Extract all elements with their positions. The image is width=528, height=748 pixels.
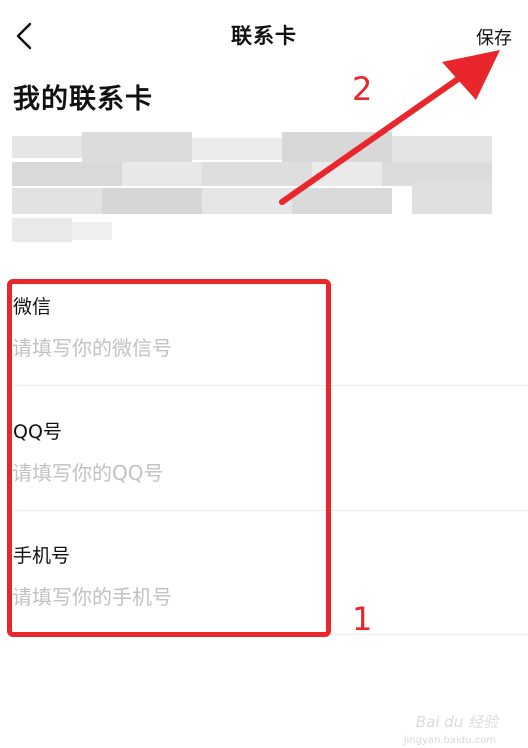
divider	[12, 385, 528, 386]
divider	[12, 510, 528, 511]
qq-label: QQ号	[13, 421, 62, 443]
qq-field: QQ号	[0, 401, 528, 525]
watermark-logo: Bai du 经验	[415, 713, 498, 731]
wechat-label: 微信	[13, 296, 52, 318]
divider	[12, 634, 528, 635]
annotation-number-2: 2	[352, 70, 373, 108]
nav-bar: 联系卡 保存	[0, 0, 528, 70]
wechat-input[interactable]	[12, 331, 502, 365]
redacted-content	[12, 132, 492, 242]
annotation-number-1: 1	[352, 600, 373, 638]
nav-title: 联系卡	[231, 24, 297, 48]
phone-field: 手机号	[0, 525, 528, 649]
phone-label: 手机号	[13, 545, 71, 567]
page-title: 我的联系卡	[13, 84, 153, 115]
phone-input[interactable]	[12, 580, 502, 614]
qq-input[interactable]	[12, 456, 502, 490]
save-button[interactable]: 保存	[476, 24, 512, 50]
wechat-field: 微信	[0, 276, 528, 400]
watermark-url: jingyan.baidu.com	[403, 735, 496, 746]
